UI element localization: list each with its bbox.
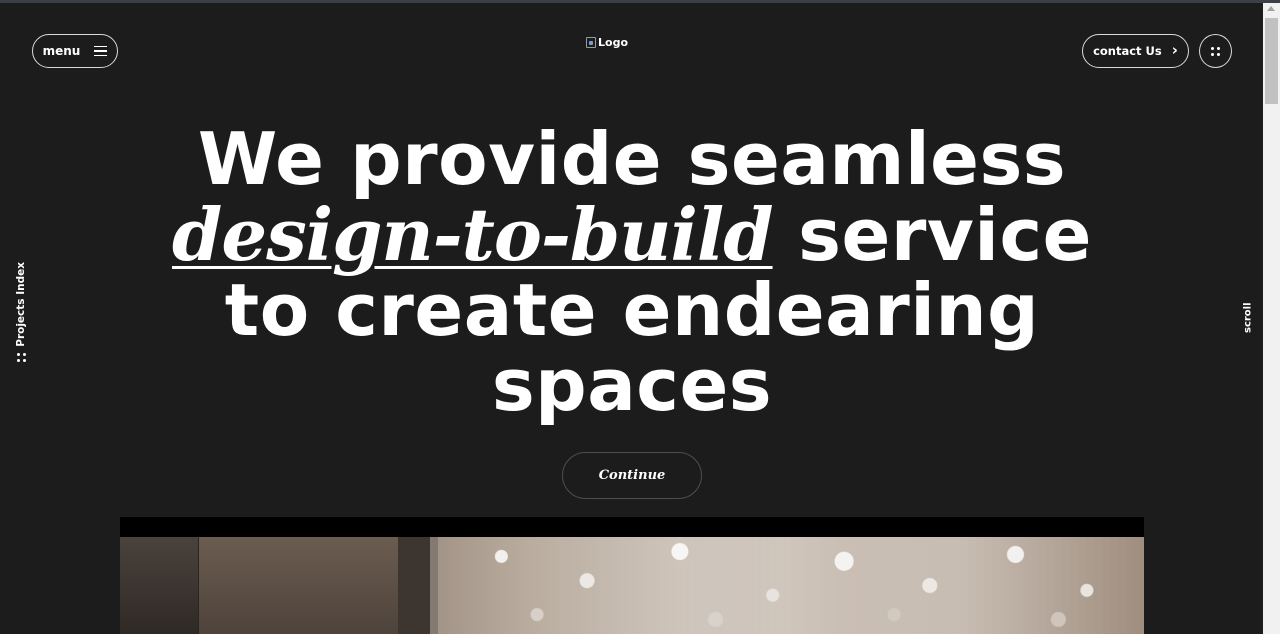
continue-button[interactable]: Continue [562, 452, 702, 499]
hero-photo-panel [198, 537, 398, 634]
headline-emphasis: design-to-build [172, 192, 774, 277]
window-top-rule [0, 0, 1280, 3]
hamburger-icon [94, 45, 108, 57]
page-scrollbar[interactable] [1263, 3, 1280, 634]
dot-grid-icon [1211, 46, 1220, 56]
hero-photo-star-installation [430, 537, 1144, 634]
menu-label: menu [42, 44, 81, 58]
logo-alt-text: Logo [598, 36, 628, 49]
projects-index-label: Projects Index [15, 262, 27, 347]
scroll-up-arrow-icon[interactable] [1267, 6, 1275, 11]
headline-line-2-rest: service [772, 193, 1092, 277]
headline-line-3: to create endearing [224, 268, 1040, 352]
projects-index-toggle[interactable]: Projects Index [10, 262, 32, 362]
broken-image-icon [586, 37, 596, 48]
scroll-indicator[interactable]: scroll [1241, 300, 1255, 336]
hero-headline: We provide seamless design-to-build serv… [132, 122, 1132, 423]
hero-image [120, 517, 1144, 634]
headline-line-1: We provide seamless [197, 117, 1067, 201]
headline-line-4: spaces [491, 343, 773, 427]
contact-us-label: contact Us [1093, 44, 1162, 58]
scrollbar-thumb[interactable] [1265, 18, 1278, 104]
site-logo[interactable]: Logo [586, 36, 628, 49]
chevron-right-icon: › [1171, 40, 1178, 59]
hero-photo-wall [120, 537, 198, 634]
contact-us-button[interactable]: contact Us › [1082, 34, 1189, 68]
apps-button[interactable] [1199, 34, 1232, 68]
menu-button[interactable]: menu [32, 34, 118, 68]
dot-grid-icon [16, 353, 26, 362]
